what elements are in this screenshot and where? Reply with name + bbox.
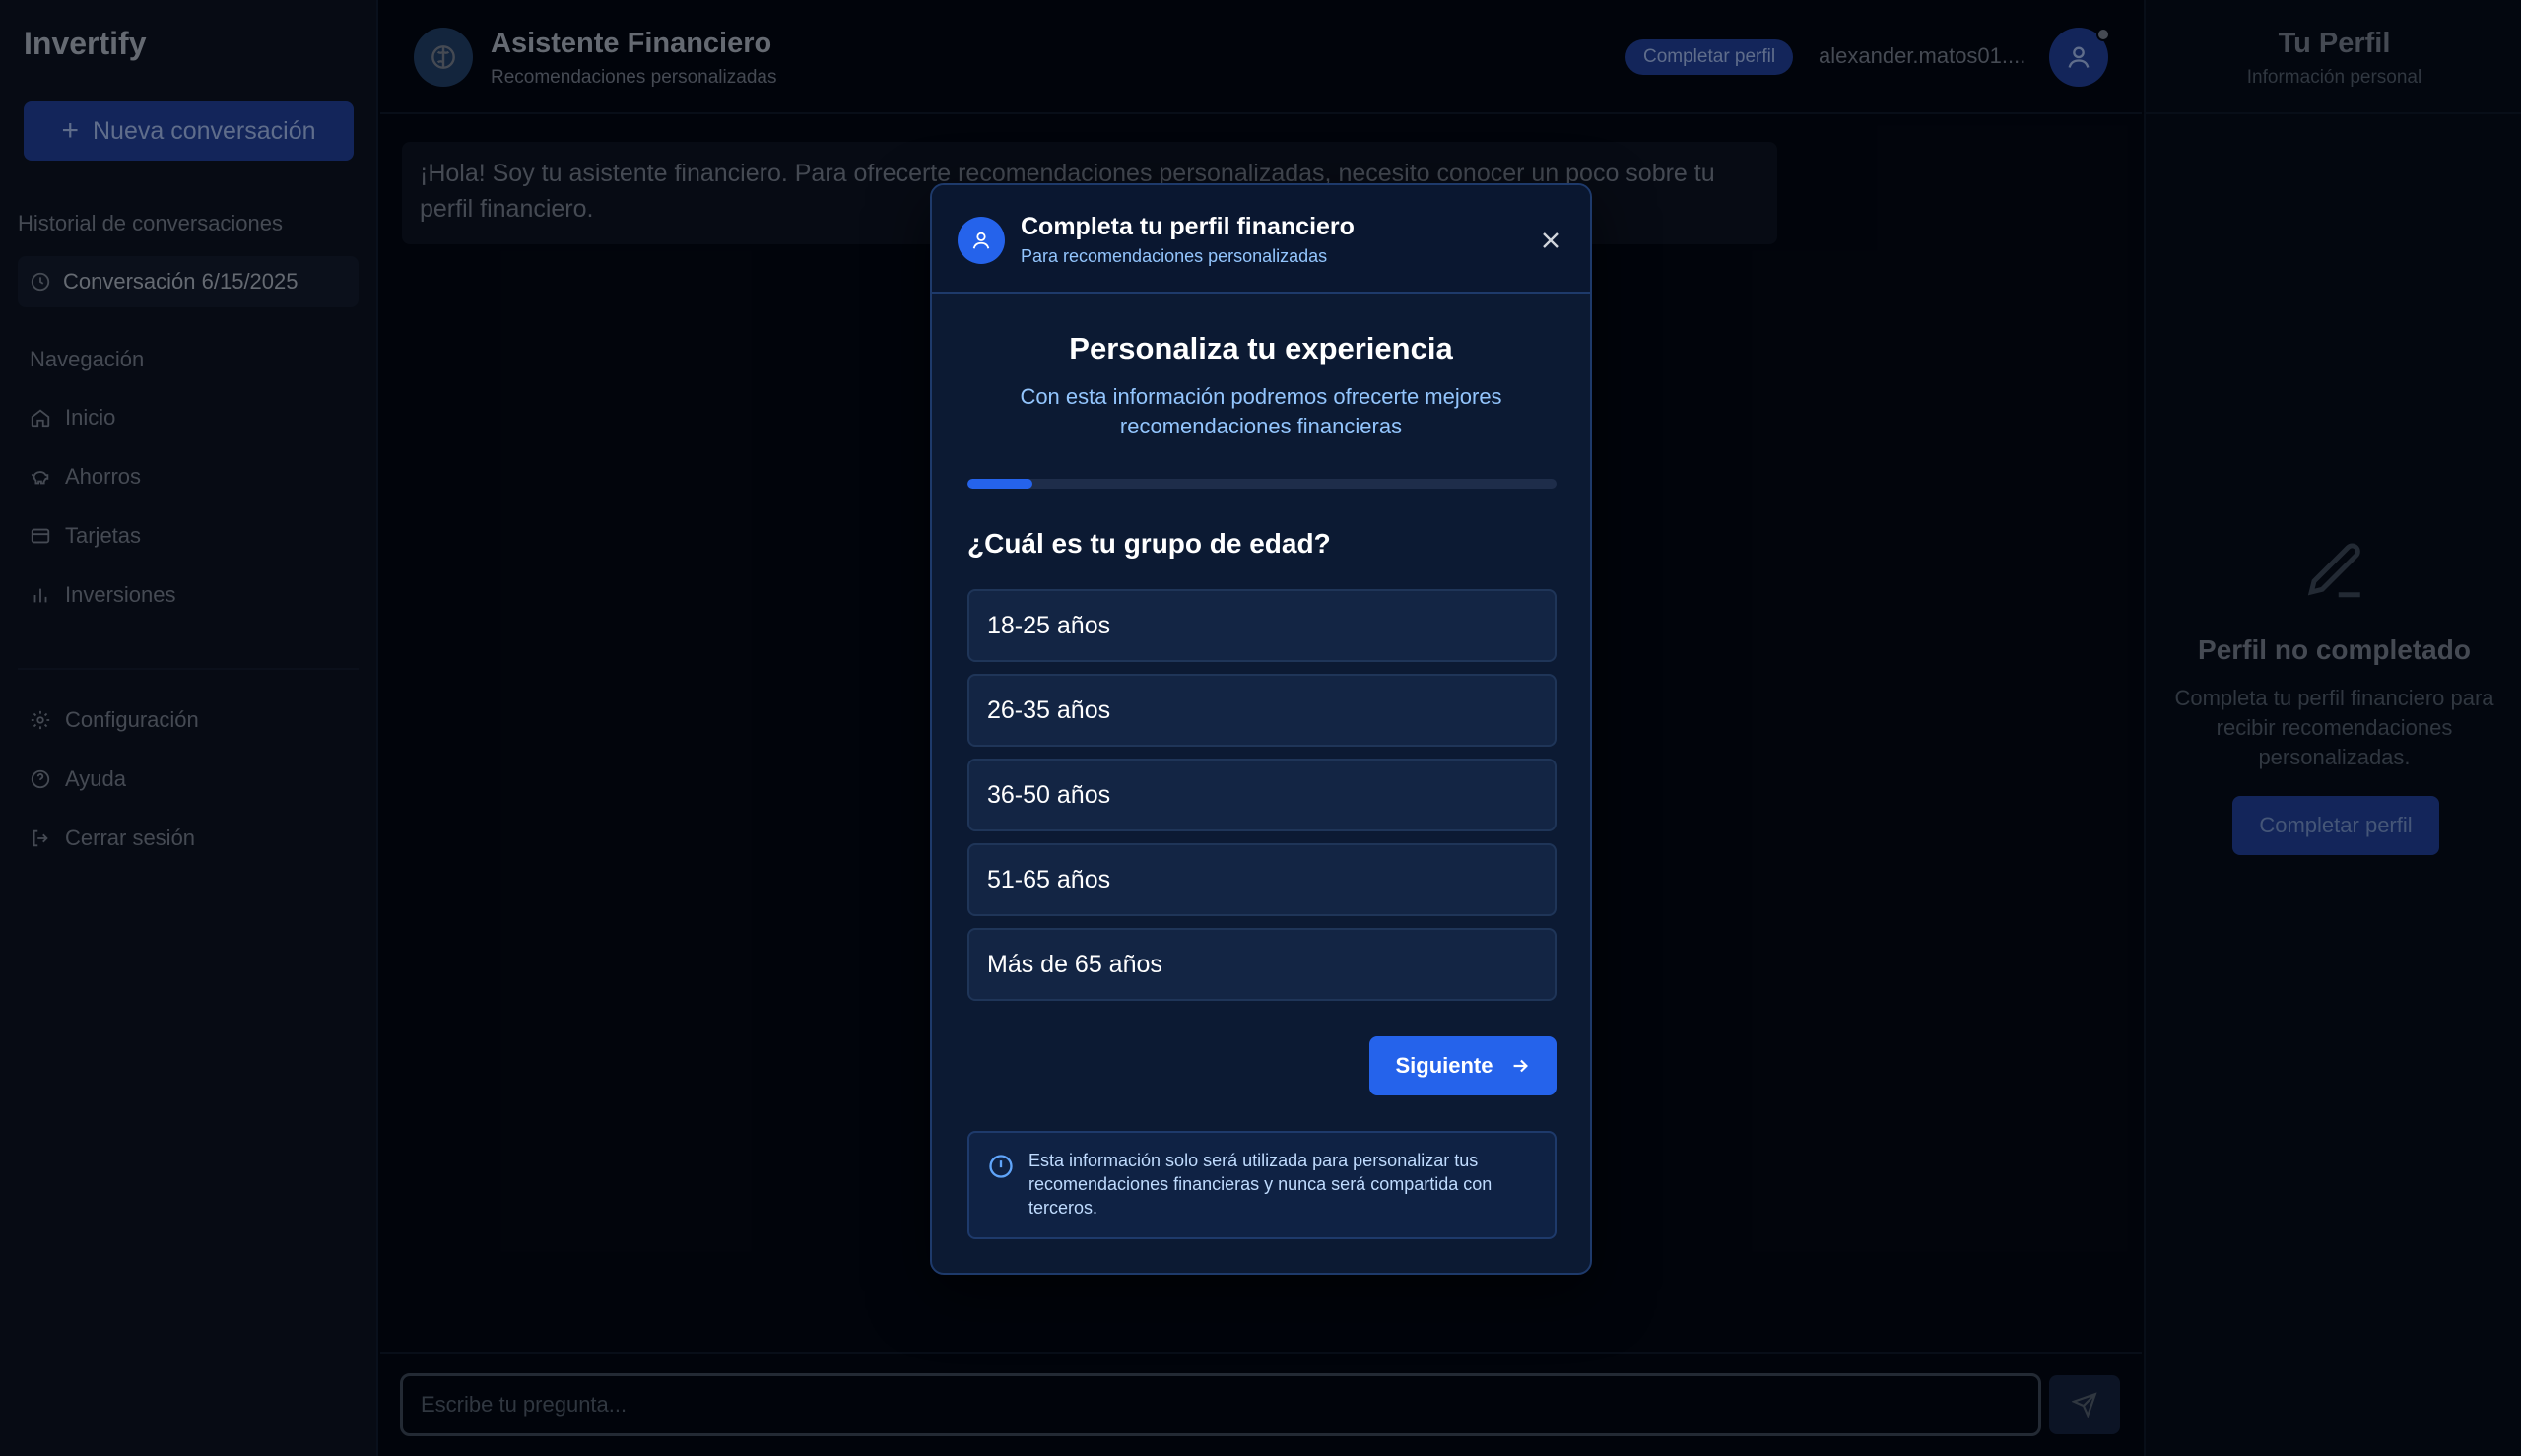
close-icon [1543,232,1559,248]
modal-subtitle: Para recomendaciones personalizadas [1021,246,1328,266]
modal-user-avatar [958,217,1005,264]
progress-bar [967,479,1557,489]
age-option[interactable]: 18-25 años [967,589,1557,662]
privacy-notice: Esta información solo será utilizada par… [967,1131,1557,1239]
privacy-notice-text: Esta información solo será utilizada par… [1028,1151,1493,1218]
question-text: ¿Cuál es tu grupo de edad? [967,528,1331,559]
age-option[interactable]: 51-65 años [967,843,1557,916]
modal-title: Completa tu perfil financiero [1021,213,1355,240]
age-option[interactable]: Más de 65 años [967,928,1557,1001]
modal-heading: Personaliza tu experiencia [1069,331,1453,365]
close-button[interactable] [1535,225,1566,256]
modal-description: Con esta información podremos ofrecerte … [1020,384,1502,438]
age-option[interactable]: 26-35 años [967,674,1557,747]
info-icon [989,1155,1013,1178]
next-button-label: Siguiente [1395,1053,1493,1078]
next-button[interactable]: Siguiente [1369,1036,1557,1095]
age-options: 18-25 años 26-35 años 36-50 años 51-65 a… [967,589,1557,1013]
arrow-right-icon [1513,1059,1528,1073]
user-icon [972,232,990,249]
age-option[interactable]: 36-50 años [967,759,1557,831]
modal-header: Completa tu perfil financiero Para recom… [932,185,1590,294]
profile-modal: Completa tu perfil financiero Para recom… [930,183,1592,1275]
progress-bar-fill [967,479,1032,489]
